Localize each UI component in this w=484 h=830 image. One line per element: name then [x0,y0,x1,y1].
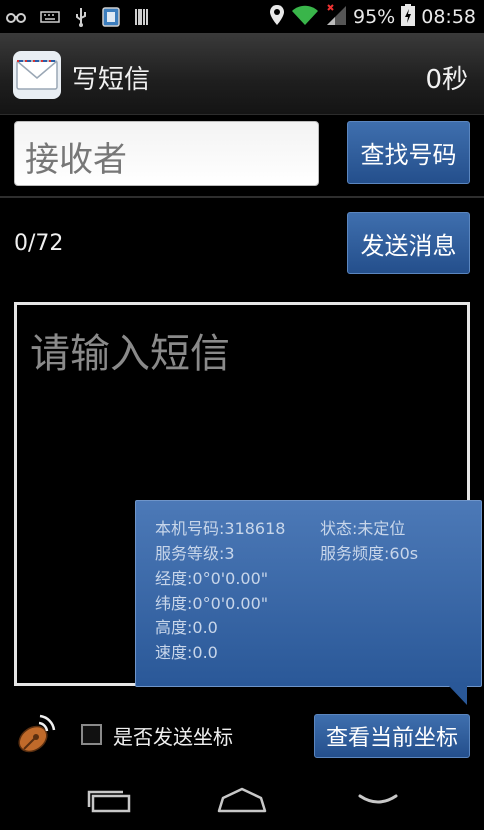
info-service-frequency: 服务频度:60s [320,544,419,563]
sim-card-icon [102,7,120,27]
battery-percent: 95% [353,6,396,28]
view-coordinates-button[interactable]: 查看当前坐标 [314,714,470,758]
envelope-icon [13,51,61,99]
status-bar-system: 95% 08:58 [269,4,476,30]
status-bar: 95% 08:58 [0,0,484,33]
location-info-popup: 本机号码:318618 状态:未定位 服务等级:3 服务频度:60s 经度:0°… [135,500,482,687]
message-placeholder: 请输入短信 [30,331,230,377]
info-speed: 速度:0.0 [155,643,218,662]
send-message-button[interactable]: 发送消息 [347,212,470,274]
send-coordinates-label: 是否发送坐标 [113,725,233,749]
signal-icon [325,4,347,30]
action-bar: 写短信 0秒 [0,33,484,115]
page-title: 写短信 [72,65,151,95]
battery-charging-icon [401,4,416,30]
info-phone-number: 本机号码:318618 [155,519,286,538]
send-coordinates-checkbox[interactable] [81,724,102,745]
info-latitude: 纬度:0°0'0.00" [155,594,269,613]
info-altitude: 高度:0.0 [155,618,218,637]
info-longitude: 经度:0°0'0.00" [155,569,269,588]
usb-icon [74,7,88,27]
find-number-button[interactable]: 查找号码 [347,121,470,184]
glasses-icon [6,10,26,24]
popup-tail [449,686,467,705]
keyboard-icon [40,11,60,23]
satellite-dish-icon[interactable] [14,713,56,755]
info-service-level: 服务等级:3 [155,544,235,563]
elapsed-timer: 0秒 [425,65,468,95]
location-pin-icon [269,4,285,30]
barcode-icon [134,8,150,26]
back-icon[interactable] [348,782,408,818]
status-time: 08:58 [421,6,476,28]
status-bar-notifications [6,5,150,29]
home-icon[interactable] [212,782,272,818]
navigation-bar [0,768,484,830]
recent-apps-icon[interactable] [79,782,139,818]
character-counter: 0/72 [14,231,64,256]
info-status: 状态:未定位 [320,519,406,538]
recipient-input[interactable]: 接收者 [14,121,319,186]
divider [0,196,484,198]
wifi-icon [291,4,319,30]
